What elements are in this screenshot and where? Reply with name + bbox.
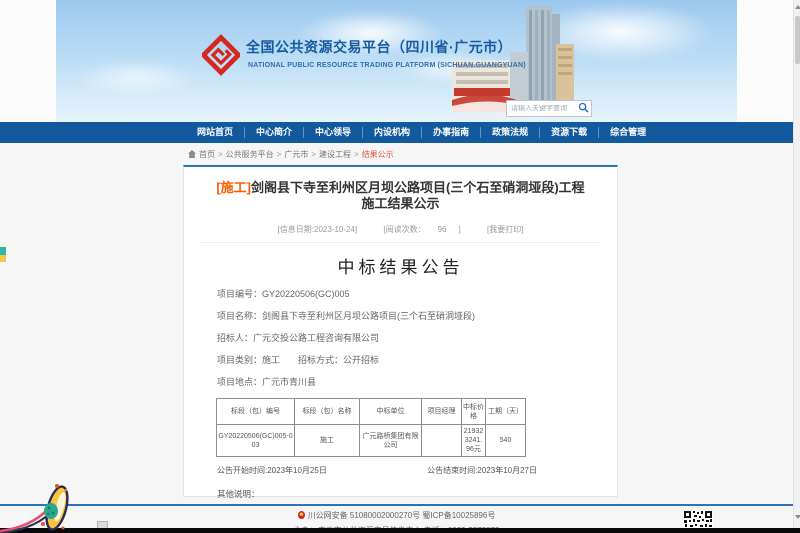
search-box[interactable] xyxy=(506,100,592,117)
breadcrumb-item-city[interactable]: 广元市 xyxy=(284,149,308,160)
nav-item-policies[interactable]: 政策法规 xyxy=(481,127,540,138)
cell-section-name: 施工 xyxy=(295,425,360,457)
vertical-scrollbar[interactable] xyxy=(793,0,800,533)
col-section-name: 标段（包）名称 xyxy=(295,399,360,425)
breadcrumb-separator: > xyxy=(311,150,316,159)
bottom-black-bar xyxy=(0,528,800,533)
breadcrumb-separator: > xyxy=(218,150,223,159)
nav-item-internal-orgs[interactable]: 内设机构 xyxy=(363,127,422,138)
announce-end-time: 公告结束时间:2023年10月27日 xyxy=(427,465,537,476)
views-count: 96 xyxy=(438,225,447,234)
platform-logo-icon xyxy=(202,34,240,76)
article-title: [施工]剑阁县下寺至利州区月坝公路项目(三个石至硝洞垭段)工程施工结果公示 xyxy=(214,180,587,212)
search-button[interactable] xyxy=(575,101,591,116)
cloud-decoration xyxy=(76,60,196,96)
footer-beian: 川公网安备 51080002000270号 蜀ICP备10025896号 xyxy=(308,511,496,520)
other-note-label: 其他说明： xyxy=(217,488,601,500)
nav-item-service-guide[interactable]: 办事指南 xyxy=(422,127,481,138)
scroll-up-arrow-icon[interactable] xyxy=(795,5,800,9)
qr-code xyxy=(683,510,713,528)
breadcrumb-separator: > xyxy=(277,150,282,159)
field-project-number: 项目编号：GY20220506(GC)005 xyxy=(217,288,601,300)
cell-winning-bidder: 广元路桥集团有限公司 xyxy=(360,425,422,457)
col-bid-price: 中标价格 xyxy=(462,399,486,425)
meta-divider xyxy=(200,242,601,243)
page-margin-right xyxy=(737,0,793,122)
cell-section-number: GY20220506(GC)005-003 xyxy=(217,425,295,457)
floating-widget xyxy=(0,247,6,262)
col-winning-bidder: 中标单位 xyxy=(360,399,422,425)
col-project-manager: 项目经理 xyxy=(422,399,462,425)
breadcrumb-item-platform[interactable]: 公共服务平台 xyxy=(226,149,274,160)
nav-item-management[interactable]: 综合管理 xyxy=(599,127,657,138)
article-title-text: 剑阁县下寺至利州区月坝公路项目(三个石至硝洞垭段)工程施工结果公示 xyxy=(251,180,585,211)
page-margin-left xyxy=(0,0,56,122)
table-row: GY20220506(GC)005-003 施工 广元路桥集团有限公司 2193… xyxy=(217,425,526,457)
field-location: 项目地点：广元市青川县 xyxy=(217,376,601,388)
footer-divider-line xyxy=(0,504,793,506)
publish-date: [信息日期:2023-10-24] xyxy=(278,225,358,234)
nav-item-home[interactable]: 网站首页 xyxy=(186,127,245,138)
print-button[interactable]: [我要打印] xyxy=(487,225,523,234)
col-duration: 工期（天） xyxy=(486,399,526,425)
search-icon xyxy=(578,101,589,116)
views-label: [阅读次数： 96] xyxy=(375,225,468,234)
breadcrumb-item-construction[interactable]: 建设工程 xyxy=(319,149,351,160)
views-suffix: ] xyxy=(459,225,461,234)
breadcrumb-separator: > xyxy=(354,150,359,159)
bid-result-table: 标段（包）编号 标段（包）名称 中标单位 项目经理 中标价格 工期（天） GY2… xyxy=(216,398,526,457)
platform-title: 全国公共资源交易平台（四川省·广元市） xyxy=(246,37,512,57)
notice-fields: 项目编号：GY20220506(GC)005 项目名称：剑阁县下寺至利州区月坝公… xyxy=(217,288,601,388)
announce-start-time: 公告开始时间:2023年10月25日 xyxy=(217,465,327,476)
col-section-number: 标段（包）编号 xyxy=(217,399,295,425)
article-meta: [信息日期:2023-10-24] [阅读次数： 96] [我要打印] xyxy=(200,224,601,235)
breadcrumb: 首页 > 公共服务平台 > 广元市 > 建设工程 > 结果公示 xyxy=(188,149,394,160)
cell-bid-price: 219323241.96元 xyxy=(462,425,486,457)
nav-item-downloads[interactable]: 资源下载 xyxy=(540,127,599,138)
platform-subtitle: NATIONAL PUBLIC RESOURCE TRADING PLATFOR… xyxy=(248,62,526,69)
breadcrumb-current: 结果公示 xyxy=(362,149,394,160)
field-category-method: 项目类别：施工 招标方式：公开招标 xyxy=(217,354,601,366)
notice-title: 中标结果公告 xyxy=(200,253,601,278)
nav-item-center-intro[interactable]: 中心简介 xyxy=(245,127,304,138)
field-tenderee: 招标人：广元交投公路工程咨询有限公司 xyxy=(217,332,601,344)
cell-duration: 540 xyxy=(486,425,526,457)
security-emblem-icon xyxy=(298,511,305,519)
scroll-down-arrow-icon[interactable] xyxy=(795,515,800,519)
cell-project-manager xyxy=(422,425,462,457)
views-prefix: [阅读次数： xyxy=(383,225,425,234)
nav-item-center-leaders[interactable]: 中心领导 xyxy=(304,127,363,138)
corner-doodle-decoration xyxy=(0,480,90,533)
home-icon xyxy=(188,150,196,160)
scrollbar-thumb[interactable] xyxy=(795,16,800,64)
field-project-name: 项目名称：剑阁县下寺至利州区月坝公路项目(三个石至硝洞垭段) xyxy=(217,310,601,322)
article-panel: [施工]剑阁县下寺至利州区月坝公路项目(三个石至硝洞垭段)工程施工结果公示 [信… xyxy=(183,165,618,497)
breadcrumb-home[interactable]: 首页 xyxy=(199,149,215,160)
search-input[interactable] xyxy=(507,105,575,112)
header-banner: 全国公共资源交易平台（四川省·广元市） NATIONAL PUBLIC RESO… xyxy=(56,0,737,122)
main-navbar: 网站首页 中心简介 中心领导 内设机构 办事指南 政策法规 资源下载 综合管理 xyxy=(0,122,793,143)
announcement-times: 公告开始时间:2023年10月25日 公告结束时间:2023年10月27日 xyxy=(217,465,537,476)
table-header-row: 标段（包）编号 标段（包）名称 中标单位 项目经理 中标价格 工期（天） xyxy=(217,399,526,425)
article-category-tag: [施工] xyxy=(216,180,251,195)
